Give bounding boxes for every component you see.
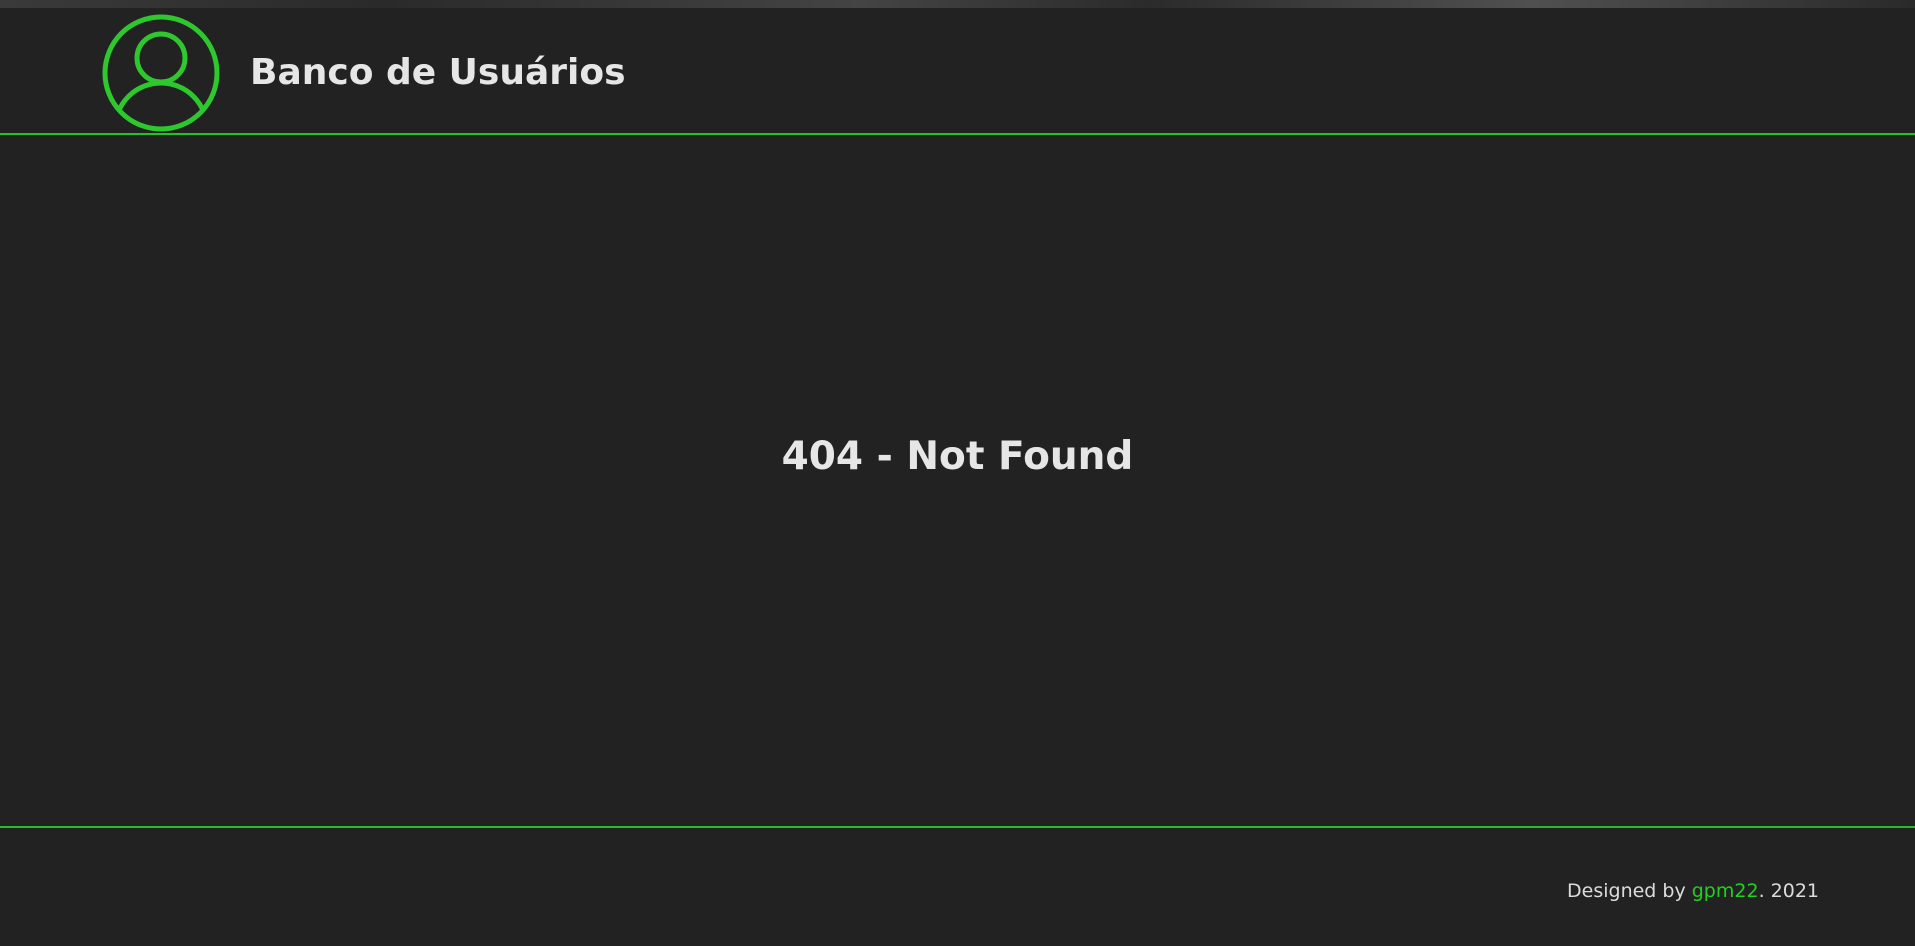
credits-suffix: . 2021	[1758, 880, 1819, 902]
footer-credits: Designed by gpm22. 2021	[1567, 880, 1819, 902]
author-link[interactable]: gpm22	[1692, 880, 1759, 902]
credits-prefix: Designed by	[1567, 880, 1692, 902]
main-content: 404 - Not Found	[0, 135, 1915, 827]
site-footer: Designed by gpm22. 2021	[0, 826, 1915, 946]
top-decorative-strip	[0, 0, 1915, 8]
user-circle-icon	[101, 13, 221, 133]
site-header: Banco de Usuários	[0, 8, 1915, 135]
error-message: 404 - Not Found	[781, 434, 1134, 479]
site-title: Banco de Usuários	[250, 52, 626, 93]
